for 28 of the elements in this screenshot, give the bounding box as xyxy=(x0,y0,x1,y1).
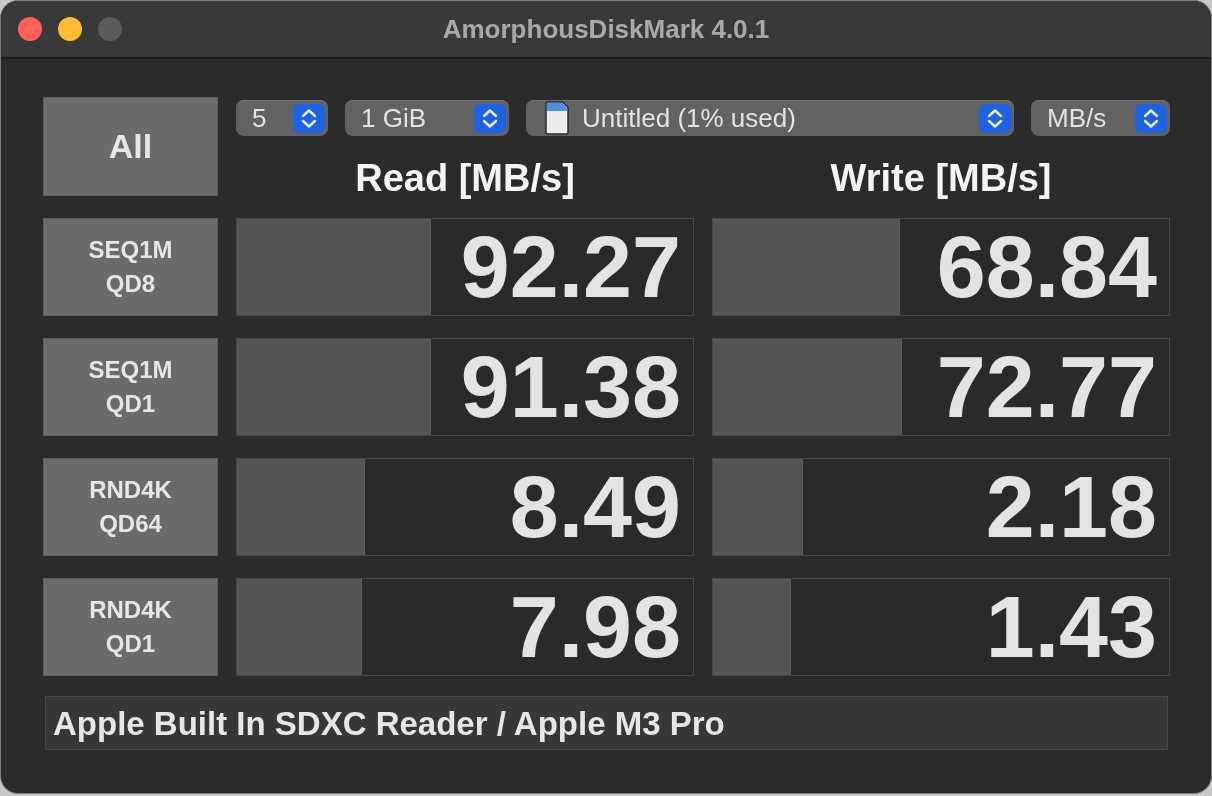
unit-select[interactable]: MB/s xyxy=(1031,100,1170,136)
test-button[interactable]: RND4K QD64 xyxy=(43,458,218,556)
speed-value: 91.38 xyxy=(460,343,682,431)
updown-chevron-icon xyxy=(474,103,506,133)
speed-value: 92.27 xyxy=(460,223,682,311)
test-button[interactable]: SEQ1M QD8 xyxy=(43,218,218,316)
test-button[interactable]: SEQ1M QD1 xyxy=(43,338,218,436)
speed-value: 1.43 xyxy=(985,583,1158,671)
speed-value: 68.84 xyxy=(936,223,1158,311)
updown-chevron-icon xyxy=(979,103,1011,133)
size-select[interactable]: 1 GiB xyxy=(345,100,509,136)
speed-value: 72.77 xyxy=(936,343,1158,431)
speed-value: 8.49 xyxy=(509,463,682,551)
updown-chevron-icon xyxy=(293,103,325,133)
speed-value: 2.18 xyxy=(985,463,1158,551)
minimize-button[interactable] xyxy=(58,17,82,41)
count-select[interactable]: 5 xyxy=(236,100,328,136)
drive-select[interactable]: Untitled (1% used) xyxy=(526,100,1014,136)
device-info-text: Apple Built In SDXC Reader / Apple M3 Pro xyxy=(52,706,725,740)
column-heading: Read [MB/s] xyxy=(354,158,576,198)
updown-chevron-icon xyxy=(1135,103,1167,133)
test-button[interactable]: RND4K QD1 xyxy=(43,578,218,676)
window-title: AmorphousDiskMark 4.0.1 xyxy=(442,16,770,42)
close-button[interactable] xyxy=(18,17,42,41)
column-heading: Write [MB/s] xyxy=(829,158,1053,198)
speed-value: 7.98 xyxy=(509,583,682,671)
sd-card-icon xyxy=(545,101,569,135)
run-all-button[interactable]: All xyxy=(43,97,218,196)
